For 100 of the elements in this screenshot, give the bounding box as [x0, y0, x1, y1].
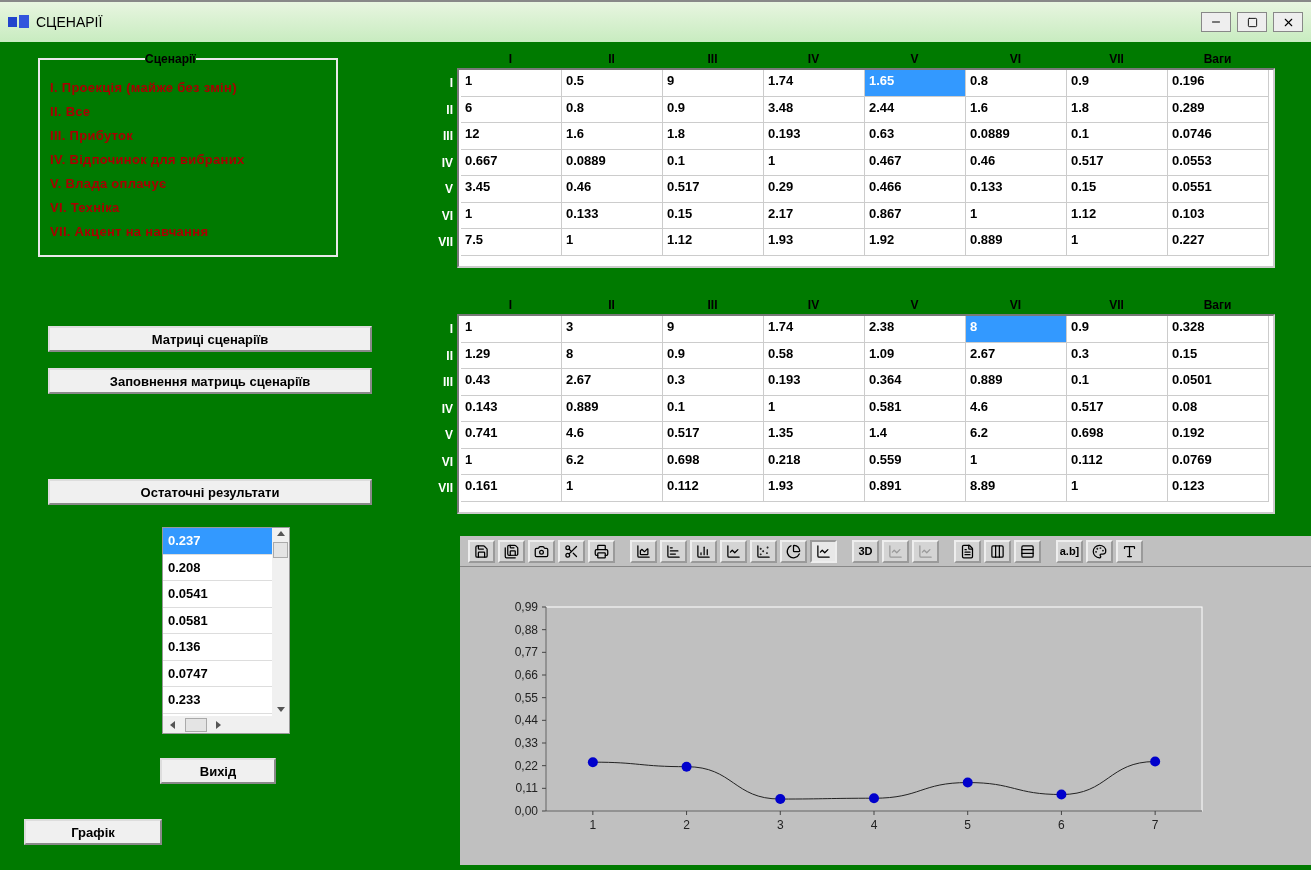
table-cell[interactable]: 0.467: [865, 149, 966, 176]
up-arrow-icon[interactable]: [276, 530, 285, 538]
table-cell[interactable]: 0.196: [1168, 70, 1269, 97]
table-cell[interactable]: 0.63: [865, 123, 966, 150]
table-cell[interactable]: 7.5: [461, 229, 562, 256]
table-cell[interactable]: 1.6: [966, 96, 1067, 123]
table-cell[interactable]: 0.133: [966, 176, 1067, 203]
table-cell[interactable]: 0.123: [1168, 475, 1269, 502]
table-cell[interactable]: 4.6: [966, 395, 1067, 422]
table-cell[interactable]: 0.46: [966, 149, 1067, 176]
minimize-button[interactable]: [1201, 12, 1231, 32]
table-cell[interactable]: 1.12: [663, 229, 764, 256]
table-cell[interactable]: 2.67: [562, 369, 663, 396]
table-cell[interactable]: 0.698: [663, 448, 764, 475]
toolbar-button[interactable]: [750, 539, 777, 563]
left-arrow-icon[interactable]: [169, 720, 177, 729]
table-cell[interactable]: 1: [461, 316, 562, 343]
table-cell[interactable]: 0.517: [663, 422, 764, 449]
final-results-button[interactable]: Остаточні результати: [48, 479, 372, 505]
table-cell[interactable]: 0.289: [1168, 96, 1269, 123]
graph-button[interactable]: Графік: [24, 819, 162, 845]
toolbar-button[interactable]: [954, 539, 981, 563]
toolbar-button[interactable]: [630, 539, 657, 563]
table-cell[interactable]: 0.15: [663, 202, 764, 229]
table-cell[interactable]: 0.867: [865, 202, 966, 229]
table-cell[interactable]: 0.889: [562, 395, 663, 422]
table-cell[interactable]: 0.0551: [1168, 176, 1269, 203]
table-cell[interactable]: 0.1: [1067, 123, 1168, 150]
toolbar-button[interactable]: a.b]: [1056, 539, 1083, 563]
table-cell[interactable]: 1: [764, 395, 865, 422]
table-cell[interactable]: 1.12: [1067, 202, 1168, 229]
table-cell[interactable]: 0.8: [966, 70, 1067, 97]
table-cell[interactable]: 1: [562, 229, 663, 256]
table-cell[interactable]: 1: [562, 475, 663, 502]
table-cell[interactable]: 0.559: [865, 448, 966, 475]
table-cell[interactable]: 0.193: [764, 123, 865, 150]
toolbar-button[interactable]: 3D: [852, 539, 879, 563]
table-cell[interactable]: 1.35: [764, 422, 865, 449]
vertical-scrollbar[interactable]: [272, 528, 289, 716]
table-cell[interactable]: 2.17: [764, 202, 865, 229]
table-cell[interactable]: 12: [461, 123, 562, 150]
table-cell[interactable]: 0.218: [764, 448, 865, 475]
table-cell[interactable]: 1: [461, 448, 562, 475]
table-cell[interactable]: 0.0553: [1168, 149, 1269, 176]
table-cell[interactable]: 0.0501: [1168, 369, 1269, 396]
table-cell[interactable]: 0.15: [1168, 342, 1269, 369]
table-cell[interactable]: 0.58: [764, 342, 865, 369]
table-cell[interactable]: 0.667: [461, 149, 562, 176]
table-cell[interactable]: 1.74: [764, 70, 865, 97]
table-cell[interactable]: 1.29: [461, 342, 562, 369]
scenario-matrices-button[interactable]: Матриці сценаріїв: [48, 326, 372, 352]
table-cell[interactable]: 0.15: [1067, 176, 1168, 203]
table-cell[interactable]: 0.364: [865, 369, 966, 396]
close-button[interactable]: [1273, 12, 1303, 32]
table-cell[interactable]: 0.103: [1168, 202, 1269, 229]
table-cell[interactable]: 3.45: [461, 176, 562, 203]
table-cell[interactable]: 0.29: [764, 176, 865, 203]
table-cell[interactable]: 2.67: [966, 342, 1067, 369]
table-cell[interactable]: 0.112: [1067, 448, 1168, 475]
table-cell[interactable]: 0.08: [1168, 395, 1269, 422]
table-cell[interactable]: 0.5: [562, 70, 663, 97]
table-cell[interactable]: 0.193: [764, 369, 865, 396]
table-cell[interactable]: 0.133: [562, 202, 663, 229]
table-cell[interactable]: 0.0889: [966, 123, 1067, 150]
table-cell[interactable]: 0.0889: [562, 149, 663, 176]
table-cell[interactable]: 0.112: [663, 475, 764, 502]
table-cell[interactable]: 0.0746: [1168, 123, 1269, 150]
table-cell[interactable]: 1: [966, 202, 1067, 229]
table-cell[interactable]: 0.1: [1067, 369, 1168, 396]
table-cell[interactable]: 0.9: [1067, 316, 1168, 343]
scroll-thumb[interactable]: [273, 542, 288, 558]
horizontal-scrollbar[interactable]: [163, 716, 272, 733]
table-cell[interactable]: 0.8: [562, 96, 663, 123]
table-cell[interactable]: 0.517: [663, 176, 764, 203]
table-cell[interactable]: 6: [461, 96, 562, 123]
table-cell[interactable]: 9: [663, 70, 764, 97]
table-cell[interactable]: 0.889: [966, 229, 1067, 256]
table-cell[interactable]: 0.192: [1168, 422, 1269, 449]
table-cell[interactable]: 1.4: [865, 422, 966, 449]
toolbar-button[interactable]: [528, 539, 555, 563]
toolbar-button[interactable]: [1086, 539, 1113, 563]
table-cell[interactable]: 4.6: [562, 422, 663, 449]
toolbar-button[interactable]: [468, 539, 495, 563]
table-cell[interactable]: 1: [764, 149, 865, 176]
table-cell[interactable]: 0.9: [663, 342, 764, 369]
table-cell[interactable]: 0.889: [966, 369, 1067, 396]
table-cell[interactable]: 1.93: [764, 475, 865, 502]
table-cell[interactable]: 0.227: [1168, 229, 1269, 256]
table-cell[interactable]: 0.466: [865, 176, 966, 203]
table-cell[interactable]: 0.161: [461, 475, 562, 502]
down-arrow-icon[interactable]: [276, 706, 285, 714]
table-cell[interactable]: 1: [966, 448, 1067, 475]
table-cell[interactable]: 0.698: [1067, 422, 1168, 449]
toolbar-button[interactable]: [720, 539, 747, 563]
table-cell[interactable]: 1.8: [1067, 96, 1168, 123]
table-cell[interactable]: 1: [461, 202, 562, 229]
toolbar-button[interactable]: [780, 539, 807, 563]
right-arrow-icon[interactable]: [215, 720, 223, 729]
fill-matrices-button[interactable]: Заповнення матриць сценаріїв: [48, 368, 372, 394]
exit-button[interactable]: Вихід: [160, 758, 276, 784]
